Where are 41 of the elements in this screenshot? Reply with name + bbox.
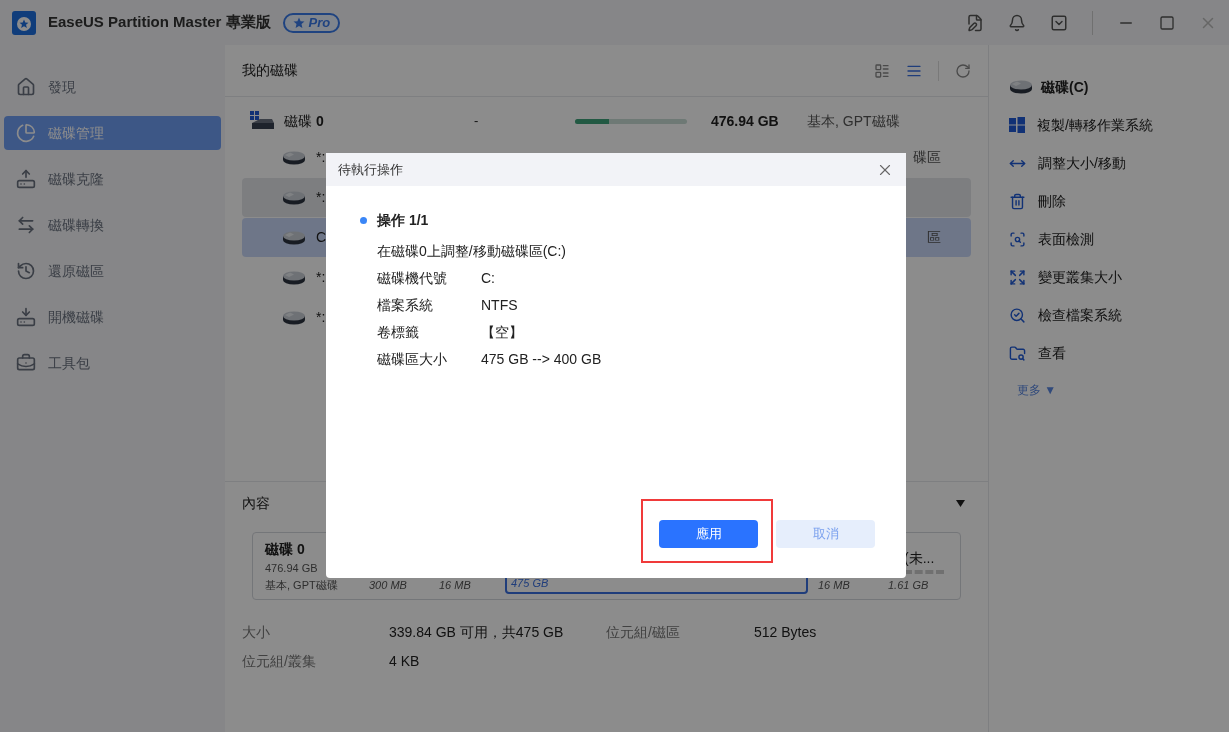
operation-description: 在磁碟0上調整/移動磁碟區(C:) — [377, 242, 567, 261]
property-value: 512 Bytes — [754, 623, 818, 642]
partition-type: 區 — [927, 228, 941, 247]
field-label: 磁碟區大小 — [377, 350, 448, 369]
disk-name: 磁碟 0 — [284, 111, 325, 131]
partition-name: *: — [316, 188, 326, 207]
field-label: 卷標籤 — [377, 323, 420, 342]
field-value: C: — [481, 269, 495, 288]
actions-title: 磁碟(C) — [1041, 77, 1089, 97]
partition-name: *: — [316, 308, 326, 327]
property-label: 位元組/叢集 — [242, 652, 317, 671]
field-label: 檔案系統 — [377, 296, 434, 315]
section-title: 內容 — [242, 494, 270, 513]
dialog-title: 待執行操作 — [338, 160, 403, 179]
partition-name: *: — [316, 148, 326, 167]
property-label: 大小 — [242, 623, 271, 642]
window-title: EaseUS Partition Master 專業版 — [48, 12, 271, 33]
property-value: 4 KB — [389, 652, 421, 671]
map-disk-size: 476.94 GB — [265, 561, 319, 576]
disk-size: 476.94 GB — [711, 111, 780, 131]
segment-size: 1.61 GB — [888, 577, 930, 593]
pro-badge: Pro — [282, 12, 341, 33]
map-disk-name: 磁碟 0 — [265, 540, 306, 559]
field-value: NTFS — [481, 296, 518, 315]
partition-name: C — [316, 228, 327, 247]
field-value: 【空】 — [481, 323, 523, 342]
property-label: 位元組/磁區 — [606, 623, 681, 642]
field-label: 磁碟機代號 — [377, 269, 448, 288]
field-value: 475 GB --> 400 GB — [481, 350, 602, 369]
disk-type: 基本, GPT磁碟 — [807, 111, 900, 131]
panel-title: 我的磁碟 — [242, 61, 298, 80]
operation-heading: 操作 1/1 — [377, 211, 429, 230]
map-disk-type: 基本, GPT磁碟 — [265, 577, 339, 593]
segment-size: 16 MB — [439, 577, 472, 593]
disk-status: - — [474, 112, 480, 131]
property-value: 339.84 GB 可用，共475 GB — [389, 623, 565, 642]
segment-size: 475 GB — [511, 575, 550, 591]
partition-name: *: — [316, 268, 326, 287]
segment-size: 300 MB — [369, 577, 408, 593]
segment-size: 16 MB — [818, 577, 851, 593]
partition-type: 碟區 — [913, 148, 941, 167]
